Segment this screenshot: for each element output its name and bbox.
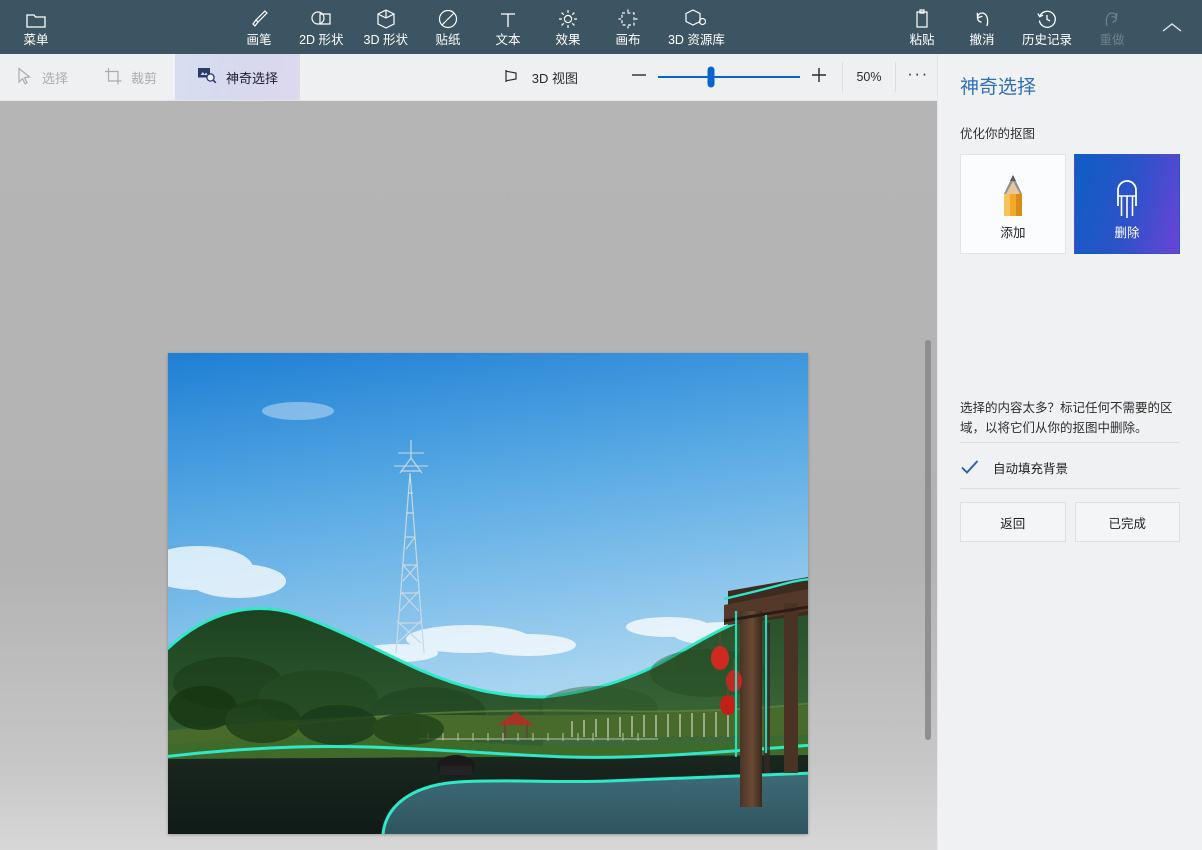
crop-icon — [104, 67, 122, 88]
brush-icon — [248, 8, 270, 30]
ribbon-left-spacer — [72, 0, 229, 54]
panel-divider-bottom — [960, 488, 1180, 489]
panel-title: 神奇选择 — [960, 72, 1180, 99]
ribbon-item-label: 粘贴 — [909, 33, 934, 47]
tool-select-label: 选择 — [42, 68, 68, 87]
more-options-button[interactable]: ··· — [896, 54, 940, 100]
zoom-slider[interactable] — [658, 54, 800, 100]
tool-magic-select-label: 神奇选择 — [226, 68, 278, 87]
ribbon-item-label: 重做 — [1099, 33, 1124, 47]
canvas-scrollbar[interactable] — [922, 105, 933, 846]
tool-3d-view-label: 3D 视图 — [532, 68, 578, 87]
sun-effects-icon — [557, 8, 579, 30]
cube-icon — [376, 8, 396, 30]
ribbon-item-menu[interactable]: 菜单 — [0, 0, 72, 54]
tool-3d-view[interactable]: 3D 视图 — [485, 54, 596, 100]
ribbon-item-label: 撤消 — [969, 33, 994, 47]
auto-fill-background-checkbox-row[interactable]: 自动填充背景 — [960, 450, 1180, 484]
top-ribbon: 菜单 画笔 2D 形状 3D 形状 贴纸 — [0, 0, 1202, 54]
done-button[interactable]: 已完成 — [1075, 502, 1181, 542]
ribbon-item-label: 效果 — [555, 33, 580, 47]
panel-help-text: 选择的内容太多？标记任何不需要的区域，以将它们从你的抠图中删除。 — [960, 398, 1180, 438]
sticker-icon — [437, 8, 459, 30]
shapes-2d-icon — [309, 8, 333, 30]
canvas-scrollbar-thumb[interactable] — [925, 340, 931, 740]
tool-select[interactable]: 选择 — [0, 54, 86, 100]
ribbon-item-redo: 重做 — [1082, 0, 1142, 54]
canvas-crop-icon — [617, 8, 639, 30]
zoom-in-button[interactable] — [800, 54, 838, 100]
ribbon-item-stickers[interactable]: 贴纸 — [418, 0, 478, 54]
chevron-up-icon — [1161, 15, 1183, 41]
ribbon-item-undo[interactable]: 撤消 — [952, 0, 1012, 54]
undo-arrow-icon — [971, 8, 993, 30]
cursor-arrow-icon — [16, 67, 33, 88]
panel-subtitle: 优化你的抠图 — [960, 123, 1180, 142]
ribbon-item-label: 历史记录 — [1022, 33, 1072, 47]
plus-icon — [809, 65, 829, 90]
subbar-spacer-left — [300, 54, 485, 100]
ribbon-item-text[interactable]: 文本 — [478, 0, 538, 54]
ribbon-item-3d-library[interactable]: 3D 资源库 — [658, 0, 735, 54]
canvas-area[interactable] — [0, 101, 937, 850]
refine-tiles: 添加 删除 — [960, 154, 1180, 254]
ribbon-item-label: 2D 形状 — [299, 33, 343, 47]
magic-select-panel: 神奇选择 优化你的抠图 添加 — [937, 54, 1202, 850]
ribbon-item-canvas[interactable]: 画布 — [598, 0, 658, 54]
check-icon[interactable] — [960, 458, 979, 477]
paint3d-window: 菜单 画笔 2D 形状 3D 形状 贴纸 — [0, 0, 1202, 850]
ribbon-right-spacer — [735, 0, 892, 54]
ribbon-item-history[interactable]: 历史记录 — [1012, 0, 1082, 54]
ribbon-item-label: 画笔 — [247, 33, 272, 47]
ribbon-item-label: 文本 — [495, 33, 520, 47]
canvas-image[interactable] — [168, 353, 808, 834]
history-clock-icon — [1036, 8, 1058, 30]
back-button[interactable]: 返回 — [960, 502, 1066, 542]
ribbon-item-label: 3D 资源库 — [668, 33, 725, 47]
clipboard-icon — [912, 8, 932, 30]
ribbon-item-label: 菜单 — [23, 33, 48, 47]
tile-add[interactable]: 添加 — [960, 154, 1066, 254]
tool-crop[interactable]: 裁剪 — [86, 54, 175, 100]
eraser-icon — [1075, 172, 1179, 228]
ribbon-item-label: 贴纸 — [435, 33, 460, 47]
ribbon-item-brush[interactable]: 画笔 — [229, 0, 289, 54]
auto-fill-background-label: 自动填充背景 — [993, 458, 1068, 477]
tile-remove[interactable]: 删除 — [1074, 154, 1180, 254]
ribbon-item-paste[interactable]: 粘贴 — [892, 0, 952, 54]
minus-icon — [629, 65, 649, 90]
ribbon-item-label: 3D 形状 — [364, 33, 408, 47]
ribbon-item-label: 画布 — [615, 33, 640, 47]
ribbon-collapse-button[interactable] — [1142, 0, 1202, 54]
folder-icon — [25, 8, 47, 30]
ribbon-item-shapes-2d[interactable]: 2D 形状 — [289, 0, 353, 54]
subbar-spacer-mid — [596, 54, 620, 100]
pencil-icon — [961, 172, 1065, 228]
zoom-slider-thumb[interactable] — [708, 67, 715, 88]
zoom-control — [620, 54, 842, 100]
ribbon-item-shapes-3d[interactable]: 3D 形状 — [354, 0, 418, 54]
panel-divider-top — [960, 442, 1180, 443]
panel-action-buttons: 返回 已完成 — [960, 502, 1180, 542]
redo-arrow-icon — [1101, 8, 1123, 30]
magic-select-icon — [197, 66, 217, 88]
zoom-out-button[interactable] — [620, 54, 658, 100]
zoom-percent-label: 50% — [843, 54, 895, 100]
tool-crop-label: 裁剪 — [131, 68, 157, 87]
text-icon — [498, 8, 518, 30]
ribbon-item-effects[interactable]: 效果 — [538, 0, 598, 54]
tool-magic-select[interactable]: 神奇选择 — [175, 54, 300, 100]
view-3d-icon — [503, 68, 523, 87]
3d-library-icon — [684, 8, 708, 30]
